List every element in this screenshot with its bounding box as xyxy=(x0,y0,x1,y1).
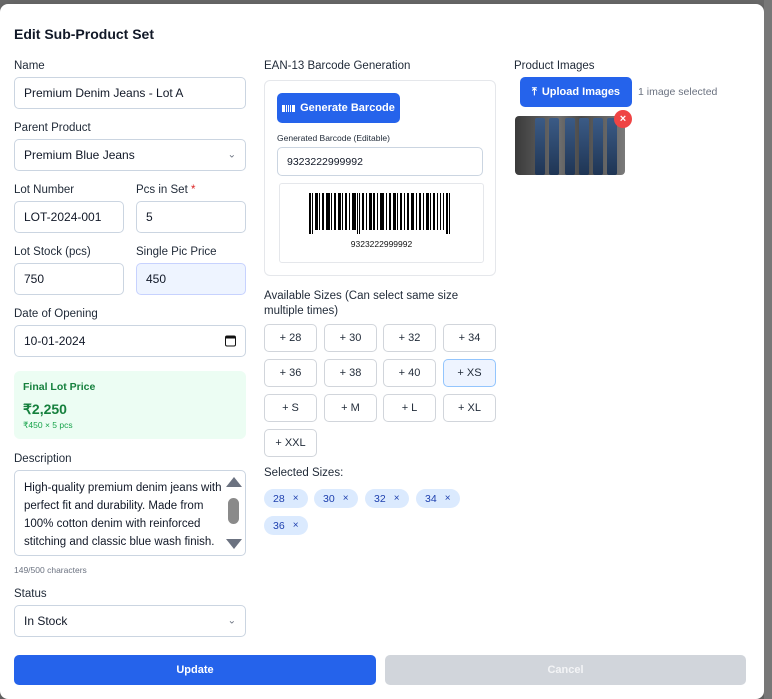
remove-image-icon[interactable]: × xyxy=(614,110,632,128)
parent-product-value: Premium Blue Jeans xyxy=(24,148,135,162)
generated-barcode-input[interactable]: 9323222999992 xyxy=(277,147,483,176)
size-button-s[interactable]: + S xyxy=(264,394,317,422)
generated-barcode-value: 9323222999992 xyxy=(287,155,363,168)
parent-product-label: Parent Product xyxy=(14,122,91,134)
size-button-36[interactable]: + 36 xyxy=(264,359,317,387)
size-button-30[interactable]: + 30 xyxy=(324,324,377,352)
pcs-in-set-input[interactable]: 5 xyxy=(136,201,246,233)
parent-product-select[interactable]: Premium Blue Jeans ⌄ xyxy=(14,139,246,171)
final-lot-price-label: Final Lot Price xyxy=(23,381,96,393)
page-scrollbar[interactable] xyxy=(764,0,772,699)
jeans-leg xyxy=(579,118,589,175)
upload-images-label: Upload Images xyxy=(541,86,621,98)
description-char-count: 149/500 characters xyxy=(14,565,87,575)
status-value: In Stock xyxy=(24,614,68,628)
size-button-28[interactable]: + 28 xyxy=(264,324,317,352)
lot-number-input[interactable]: LOT-2024-001 xyxy=(14,201,124,233)
single-pic-price-label: Single Pic Price xyxy=(136,246,217,258)
chip-label: 32 xyxy=(374,492,386,505)
size-button-xs[interactable]: + XS xyxy=(443,359,496,387)
single-pic-price-input[interactable]: 450 xyxy=(136,263,246,295)
pcs-in-set-label-text: Pcs in Set xyxy=(136,184,188,196)
final-lot-price-value: ₹2,250 xyxy=(23,401,67,417)
calendar-icon[interactable] xyxy=(225,335,236,347)
size-button-m[interactable]: + M xyxy=(324,394,377,422)
jeans-leg xyxy=(607,118,617,175)
status-label: Status xyxy=(14,588,47,600)
pcs-in-set-label: Pcs in Set * xyxy=(136,184,195,196)
remove-chip-icon[interactable]: × xyxy=(343,493,349,504)
selected-size-chip: 32 × xyxy=(365,489,409,508)
update-button[interactable]: Update xyxy=(14,655,376,685)
name-label: Name xyxy=(14,60,45,72)
required-mark: * xyxy=(190,184,196,196)
barcode-section-label: EAN-13 Barcode Generation xyxy=(264,60,411,72)
size-button-38[interactable]: + 38 xyxy=(324,359,377,387)
edit-sub-product-modal: Edit Sub-Product Set Name Premium Denim … xyxy=(0,4,764,699)
barcode-panel: Generate Barcode Generated Barcode (Edit… xyxy=(264,80,496,276)
lot-stock-value: 750 xyxy=(24,272,45,286)
selected-size-chip: 28 × xyxy=(264,489,308,508)
selected-size-chip: 34 × xyxy=(416,489,460,508)
status-select[interactable]: In Stock ⌄ xyxy=(14,605,246,637)
final-lot-price-box: Final Lot Price ₹2,250 ₹450 × 5 pcs xyxy=(14,371,246,439)
selected-sizes-label: Selected Sizes: xyxy=(264,467,344,479)
size-button-l[interactable]: + L xyxy=(383,394,436,422)
product-images-label: Product Images xyxy=(514,60,595,72)
available-sizes-label: Available Sizes (Can select same size mu… xyxy=(264,290,459,317)
chip-label: 34 xyxy=(425,492,437,505)
chip-label: 28 xyxy=(273,492,285,505)
date-of-opening-label: Date of Opening xyxy=(14,308,98,320)
size-button-34[interactable]: + 34 xyxy=(443,324,496,352)
description-textarea[interactable]: High-quality premium denim jeans with pe… xyxy=(14,470,246,556)
date-of-opening-value: 10-01-2024 xyxy=(24,334,86,348)
product-image-thumbnail[interactable] xyxy=(515,116,625,175)
date-of-opening-input[interactable]: 10-01-2024 xyxy=(14,325,246,357)
size-button-xl[interactable]: + XL xyxy=(443,394,496,422)
lot-stock-input[interactable]: 750 xyxy=(14,263,124,295)
barcode-number: 9323222999992 xyxy=(350,239,413,249)
final-lot-price-formula: ₹450 × 5 pcs xyxy=(23,420,73,430)
chevron-down-icon: ⌄ xyxy=(227,615,236,627)
generated-barcode-label: Generated Barcode (Editable) xyxy=(277,133,390,143)
jeans-leg xyxy=(535,118,545,175)
scroll-down-icon[interactable] xyxy=(226,539,242,549)
generate-barcode-label: Generate Barcode xyxy=(300,102,395,114)
chip-label: 36 xyxy=(273,519,285,532)
pcs-in-set-value: 5 xyxy=(146,210,153,224)
remove-chip-icon[interactable]: × xyxy=(293,520,299,531)
generate-barcode-button[interactable]: Generate Barcode xyxy=(277,93,400,123)
name-input[interactable]: Premium Denim Jeans - Lot A xyxy=(14,77,246,109)
jeans-leg xyxy=(549,118,559,175)
chip-label: 30 xyxy=(323,492,335,505)
single-pic-price-value: 450 xyxy=(146,272,167,286)
barcode-bars xyxy=(309,193,450,234)
barcode-icon xyxy=(282,104,296,112)
lot-number-label: Lot Number xyxy=(14,184,75,196)
description-label: Description xyxy=(14,453,72,465)
jeans-leg xyxy=(593,118,603,175)
size-button-32[interactable]: + 32 xyxy=(383,324,436,352)
selected-size-chip: 30 × xyxy=(314,489,358,508)
lot-stock-label: Lot Stock (pcs) xyxy=(14,246,91,258)
chevron-down-icon: ⌄ xyxy=(227,149,236,161)
modal-title: Edit Sub-Product Set xyxy=(14,26,154,42)
remove-chip-icon[interactable]: × xyxy=(394,493,400,504)
cancel-button[interactable]: Cancel xyxy=(385,655,746,685)
name-value: Premium Denim Jeans - Lot A xyxy=(24,86,184,100)
images-selected-note: 1 image selected xyxy=(638,86,718,98)
size-button-40[interactable]: + 40 xyxy=(383,359,436,387)
size-button-xxl[interactable]: + XXL xyxy=(264,429,317,457)
upload-icon: ⤒ xyxy=(531,85,537,98)
description-value: High-quality premium denim jeans with pe… xyxy=(24,482,222,548)
lot-number-value: LOT-2024-001 xyxy=(24,210,102,224)
remove-chip-icon[interactable]: × xyxy=(293,493,299,504)
upload-images-button[interactable]: ⤒ Upload Images xyxy=(520,77,632,107)
jeans-leg xyxy=(565,118,575,175)
scrollbar-thumb[interactable] xyxy=(228,498,239,524)
selected-size-chip: 36 × xyxy=(264,516,308,535)
barcode-image: 9323222999992 xyxy=(279,183,484,263)
remove-chip-icon[interactable]: × xyxy=(445,493,451,504)
scroll-up-icon[interactable] xyxy=(226,477,242,487)
